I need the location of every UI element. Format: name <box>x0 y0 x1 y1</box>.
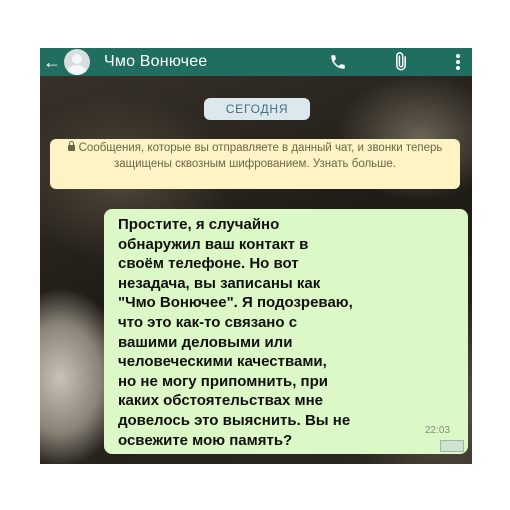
delivery-status-icon <box>440 440 464 452</box>
message-bubble[interactable]: Простите, я случайно обнаружил ваш конта… <box>104 209 468 454</box>
message-time: 22:03 <box>424 425 450 436</box>
encryption-notice[interactable]: Сообщения, которые вы отправляете в данн… <box>50 139 460 189</box>
encryption-notice-text: Сообщения, которые вы отправляете в данн… <box>78 142 443 170</box>
chat-header: ← Чмо Вонючее <box>40 48 472 76</box>
phone-icon[interactable] <box>326 48 350 76</box>
more-vertical-icon[interactable] <box>448 48 468 76</box>
paperclip-icon[interactable] <box>388 48 412 76</box>
lock-icon <box>67 141 75 151</box>
contact-name[interactable]: Чмо Вонючее <box>104 53 207 71</box>
avatar[interactable] <box>64 49 90 75</box>
chat-screen: ← Чмо Вонючее СЕГОДНЯ Сообщения, которые… <box>40 48 472 464</box>
date-divider: СЕГОДНЯ <box>204 98 310 120</box>
arrow-left-icon[interactable]: ← <box>42 48 62 76</box>
message-text: Простите, я случайно обнаружил ваш конта… <box>118 216 353 449</box>
